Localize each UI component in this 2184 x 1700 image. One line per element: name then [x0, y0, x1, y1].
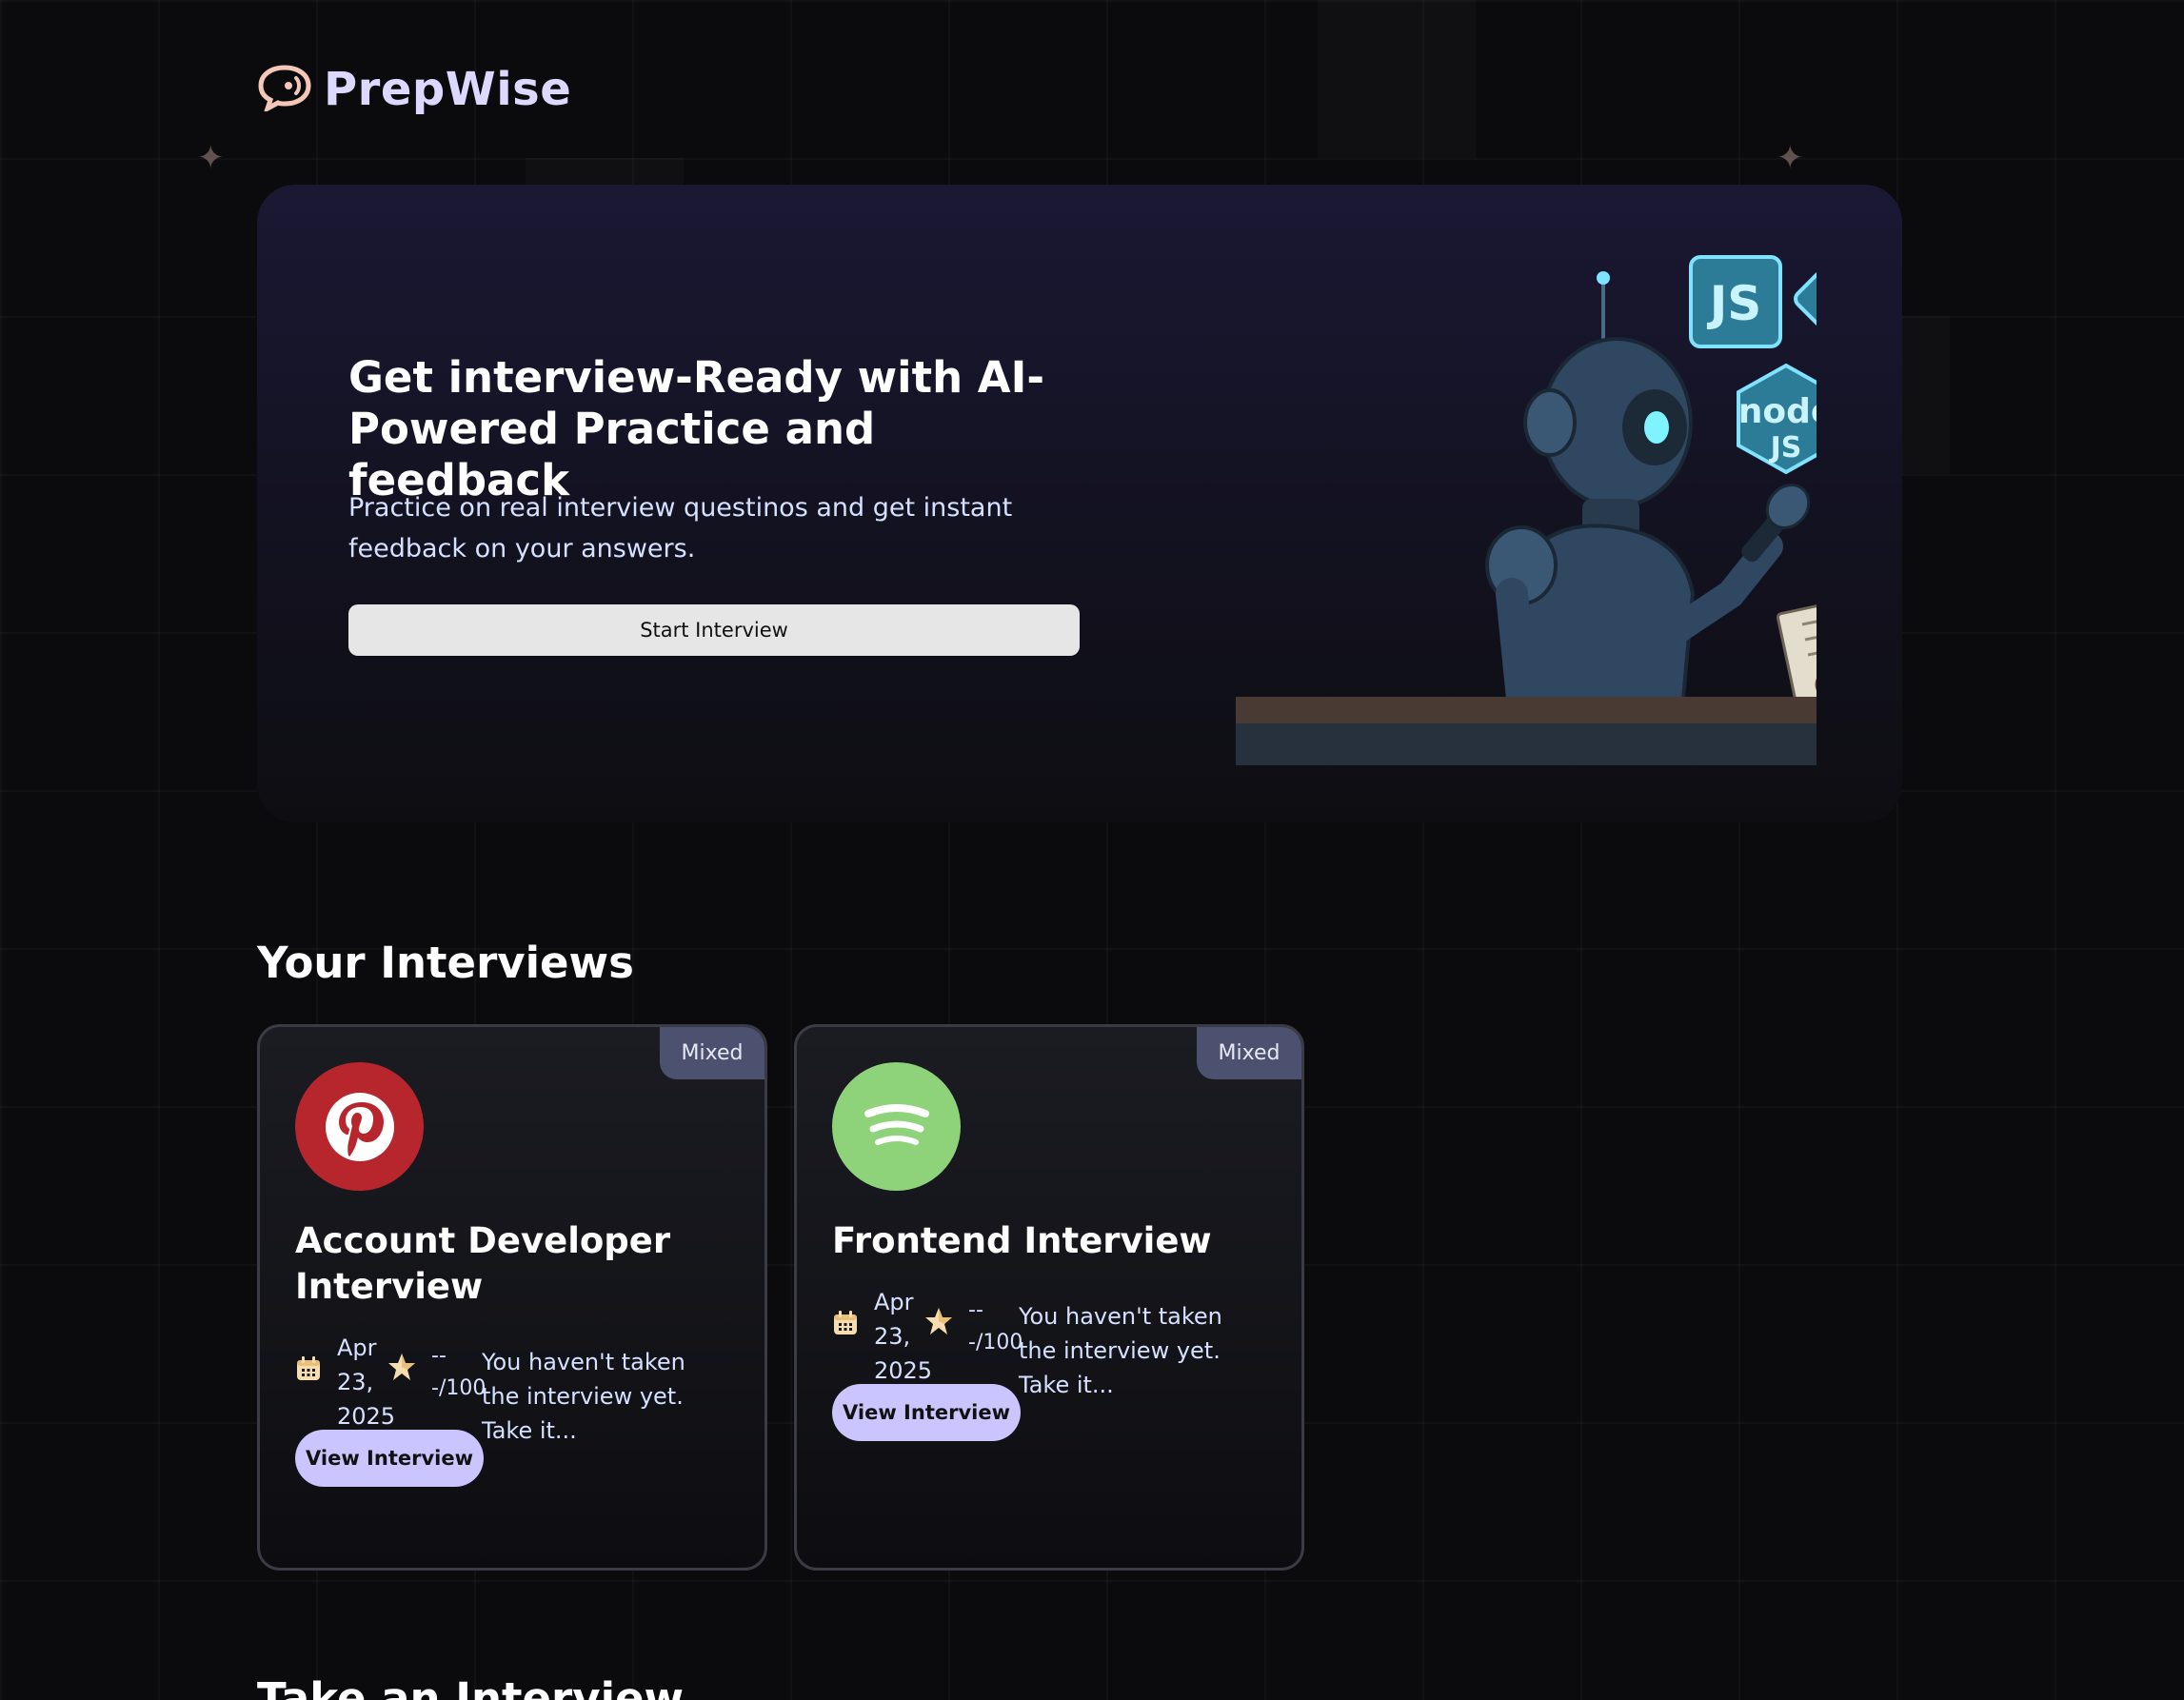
hero-title: Get interview-Ready with AI-Powered Prac… [348, 352, 1045, 505]
interview-meta: Apr 23, 2025 ---/100 You haven't taken t… [295, 1331, 752, 1444]
chat-bubble-icon [257, 64, 312, 115]
interview-score: ---/100 [431, 1344, 486, 1400]
interview-description: You haven't taken the interview yet. Tak… [482, 1349, 685, 1444]
sparkle-icon: ✦ [197, 139, 225, 177]
brand-logo[interactable]: PrepWise [257, 63, 571, 116]
interview-score: ---/100 [968, 1298, 1023, 1354]
interview-title: Account Developer Interview [295, 1220, 671, 1307]
interview-date: Apr 23, 2025 [874, 1289, 933, 1384]
interview-card: Mixed Account Developer Interview Apr 23… [257, 1024, 767, 1571]
interview-type-badge: Mixed [1197, 1027, 1301, 1079]
section-title-your-interviews: Your Interviews [257, 938, 634, 988]
spotify-icon [832, 1062, 961, 1191]
start-interview-button[interactable]: Start Interview [348, 604, 1080, 656]
interview-description: You haven't taken the interview yet. Tak… [1019, 1303, 1222, 1398]
interview-title: Frontend Interview [832, 1220, 1212, 1261]
view-interview-button[interactable]: View Interview [295, 1430, 484, 1487]
star-icon [387, 1352, 417, 1386]
star-icon [923, 1306, 954, 1340]
pinterest-icon [295, 1062, 424, 1191]
calendar-icon [832, 1310, 859, 1340]
hero-section: Get interview-Ready with AI-Powered Prac… [257, 185, 2028, 822]
svg-text:JS: JS [1707, 276, 1762, 331]
desk [1236, 697, 1817, 765]
svg-text:node: node [1738, 392, 1817, 431]
interview-meta: Apr 23, 2025 ---/100 You haven't taken t… [832, 1285, 1289, 1398]
interview-date: Apr 23, 2025 [337, 1334, 396, 1430]
sparkle-icon: ✦ [1777, 139, 1804, 177]
view-interview-button[interactable]: View Interview [832, 1384, 1021, 1441]
brand-name: PrepWise [324, 63, 572, 116]
interview-card: Mixed Frontend Interview Apr 23, 2025 --… [794, 1024, 1304, 1571]
background-grid-tile [1318, 0, 1476, 158]
section-title-take-interview: Take an Interview [257, 1673, 685, 1700]
interview-type-badge: Mixed [660, 1027, 764, 1079]
svg-text:JS: JS [1769, 431, 1802, 465]
calendar-icon [295, 1355, 322, 1386]
javascript-icon: JS [1689, 255, 1782, 348]
hero-subtitle: Practice on real interview questinos and… [348, 493, 1013, 563]
robot-interviewer-illustration: JS node JS [1236, 251, 2028, 769]
nodejs-icon: node JS [1737, 363, 1836, 475]
